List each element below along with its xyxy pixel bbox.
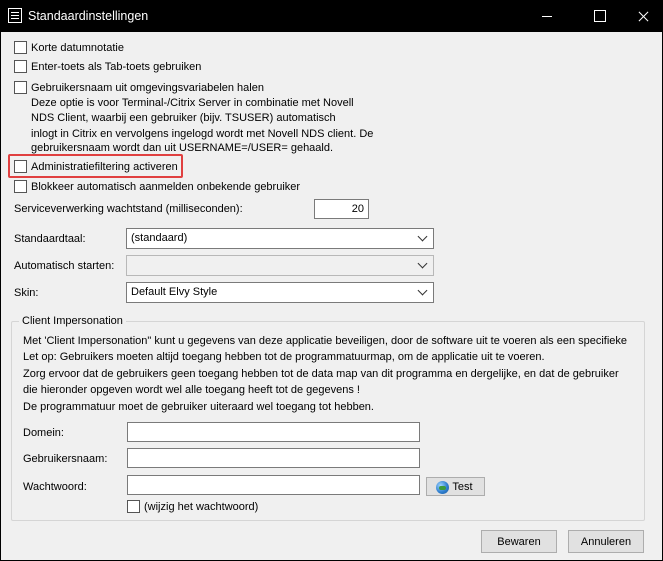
impersonation-text-line: Met 'Client Impersonation" kunt u gegeve… (23, 335, 628, 347)
minimize-button[interactable] (524, 1, 570, 32)
settings-dialog: Standaardinstellingen Korte datumnotatie… (0, 0, 663, 561)
impersonation-text-line: Let op: Gebruikers moeten altijd toegang… (23, 351, 545, 363)
title-bar: Standaardinstellingen (1, 1, 662, 32)
automatisch-starten-label: Automatisch starten: (14, 260, 115, 272)
domein-label: Domein: (23, 427, 64, 439)
korte-datum-checkbox[interactable] (14, 41, 27, 54)
service-label: Serviceverwerking wachtstand (millisecon… (14, 203, 243, 215)
test-button[interactable]: Test (426, 477, 485, 496)
standaardtaal-label: Standaardtaal: (14, 233, 86, 245)
wachtwoord-input[interactable] (127, 475, 420, 495)
enter-tab-label: Enter-toets als Tab-toets gebruiken (31, 61, 202, 73)
impersonation-text-line: Zorg ervoor dat de gebruikers geen toega… (23, 368, 619, 380)
blokkeer-aanmelden-checkbox[interactable] (14, 180, 27, 193)
automatisch-starten-select[interactable] (126, 255, 434, 276)
chevron-down-icon[interactable] (416, 258, 430, 272)
chevron-down-icon[interactable] (416, 231, 430, 245)
enter-tab-checkbox[interactable] (14, 60, 27, 73)
globe-icon (436, 481, 449, 494)
gebruikersnaam-input[interactable] (127, 448, 420, 468)
client-impersonation-title: Client Impersonation (19, 315, 126, 327)
skin-label: Skin: (14, 287, 39, 299)
window-title: Standaardinstellingen (28, 9, 149, 23)
close-button[interactable] (620, 1, 663, 32)
chevron-down-icon[interactable] (416, 285, 430, 299)
service-wait-input[interactable]: 20 (314, 199, 369, 219)
app-icon (8, 8, 22, 23)
skin-select[interactable]: Default Elvy Style (126, 282, 434, 303)
highlight-box (8, 154, 183, 178)
annuleren-button[interactable]: Annuleren (568, 530, 644, 553)
wachtwoord-label: Wachtwoord: (23, 481, 87, 493)
gebruikersnaam-omgeving-label: Gebruikersnaam uit omgevingsvariabelen h… (31, 82, 264, 94)
gebruikersnaam-description-line: gebruikersnaam wordt dan uit USERNAME=/U… (31, 142, 334, 154)
korte-datum-label: Korte datumnotatie (31, 42, 124, 54)
domein-input[interactable] (127, 422, 420, 442)
wijzig-wachtwoord-label: (wijzig het wachtwoord) (144, 501, 259, 513)
maximize-button[interactable] (575, 1, 621, 32)
impersonation-text-line: De programmatuur moet de gebruiker uiter… (23, 401, 374, 413)
wijzig-wachtwoord-checkbox[interactable] (127, 500, 140, 513)
gebruikersnaam-omgeving-checkbox[interactable] (14, 81, 27, 94)
impersonation-text-line: die hieronder opgeven wordt wel alle toe… (23, 384, 360, 396)
skin-value: Default Elvy Style (131, 286, 218, 298)
blokkeer-aanmelden-label: Blokkeer automatisch aanmelden onbekende… (31, 181, 301, 193)
gebruikersnaam-description-line: NDS Client, waarbij een gebruiker (bijv.… (31, 112, 336, 124)
standaardtaal-value: (standaard) (131, 232, 188, 244)
test-button-label: Test (452, 481, 473, 493)
gebruikersnaam-label: Gebruikersnaam: (23, 453, 108, 465)
standaardtaal-select[interactable]: (standaard) (126, 228, 434, 249)
bewaren-button[interactable]: Bewaren (481, 530, 557, 553)
